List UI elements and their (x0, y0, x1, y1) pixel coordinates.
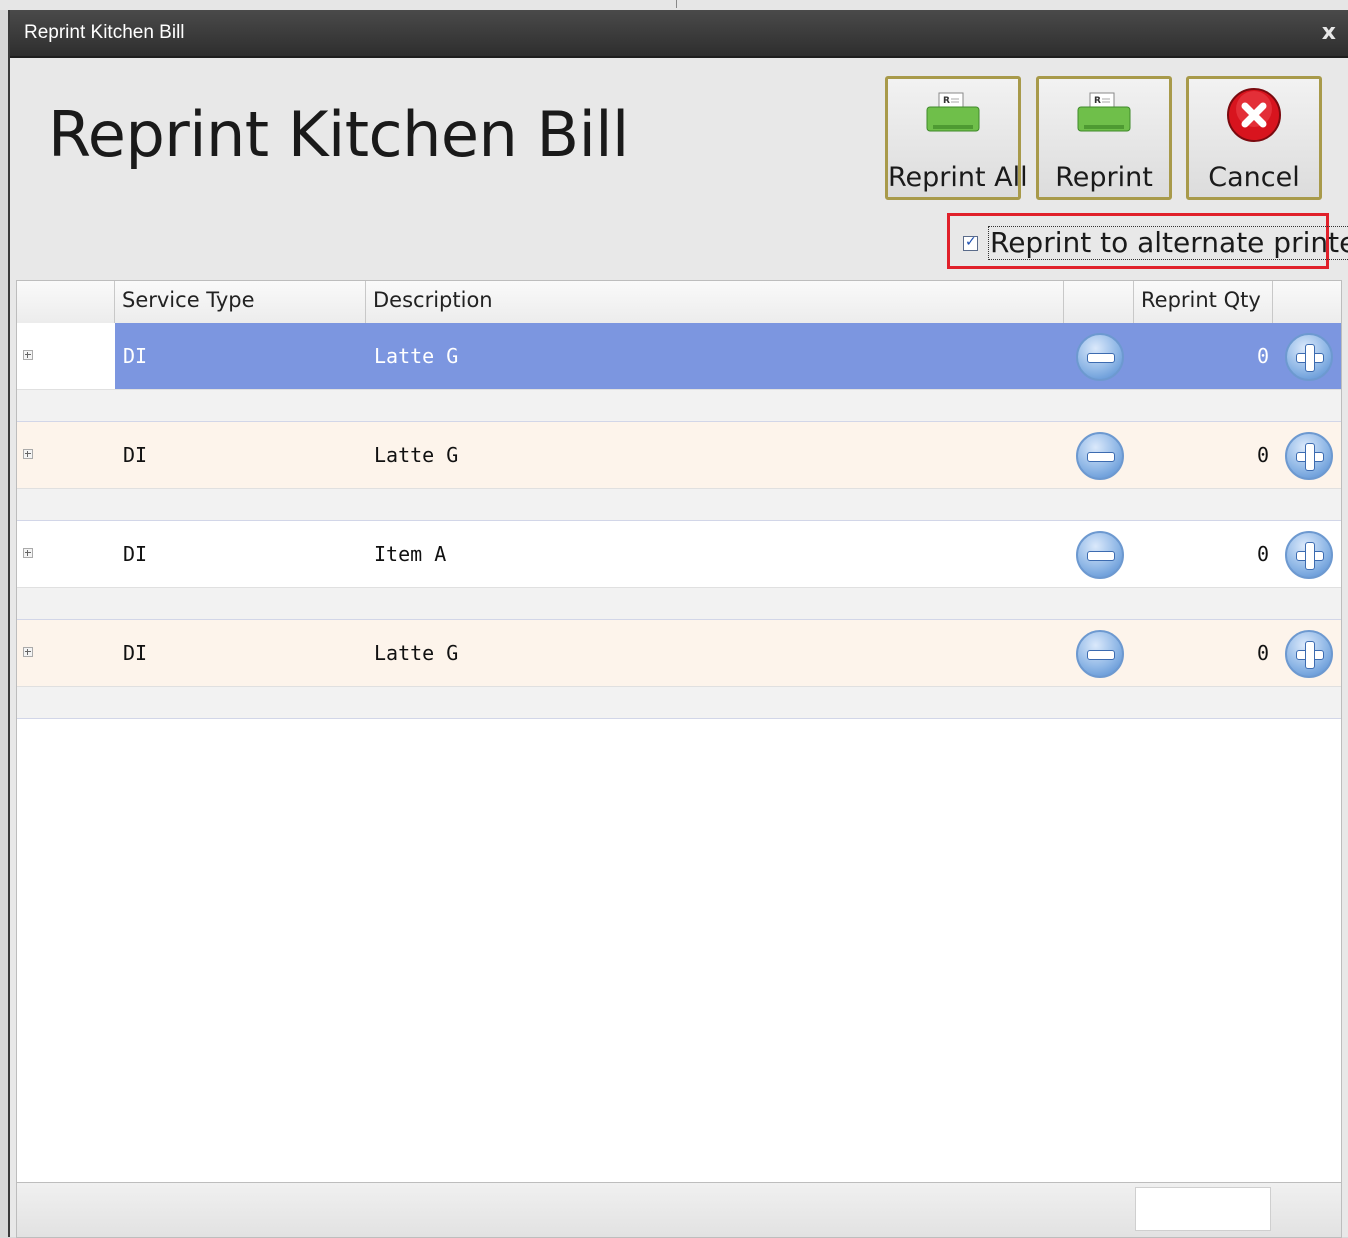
window-title: Reprint Kitchen Bill (24, 22, 185, 43)
cancel-button[interactable]: Cancel (1186, 76, 1322, 200)
increase-qty-button[interactable] (1285, 333, 1333, 381)
items-grid: Service Type Description Reprint Qty DI … (16, 280, 1342, 1230)
service-type-cell: DI (123, 542, 148, 566)
cancel-x-icon (1226, 87, 1282, 147)
increase-qty-button[interactable] (1285, 630, 1333, 678)
alternate-printer-label[interactable]: Reprint to alternate printer (988, 226, 1348, 260)
reprint-qty-cell: 0 (1256, 542, 1269, 566)
table-row[interactable]: DI Latte G 0 (17, 323, 1341, 389)
column-header-reprint-qty[interactable]: Reprint Qty (1134, 281, 1273, 323)
description-cell: Item A (374, 542, 447, 566)
column-header-description[interactable]: Description (366, 281, 1064, 323)
svg-text:R: R (1094, 96, 1101, 106)
description-cell: Latte G (374, 641, 459, 665)
expand-icon[interactable] (23, 647, 33, 657)
increase-qty-button[interactable] (1285, 432, 1333, 480)
row-detail-spacer (17, 587, 1341, 620)
minus-icon (1087, 650, 1115, 660)
minus-icon (1087, 452, 1115, 462)
table-row[interactable]: DI Latte G 0 (17, 620, 1341, 686)
row-detail-spacer (17, 686, 1341, 719)
reprint-button[interactable]: R Reprint (1036, 76, 1172, 200)
reprint-dialog: Reprint Kitchen Bill x Reprint Kitchen B… (8, 10, 1348, 1238)
column-header-expander[interactable] (17, 281, 115, 323)
column-header-service-type[interactable]: Service Type (115, 281, 366, 323)
page-title: Reprint Kitchen Bill (48, 98, 629, 171)
row-detail-spacer (17, 488, 1341, 521)
decrease-qty-button[interactable] (1076, 630, 1124, 678)
qty-summary-cell (1135, 1187, 1271, 1231)
table-row[interactable]: DI Item A 0 (17, 521, 1341, 587)
cancel-label: Cancel (1208, 162, 1300, 193)
decrease-qty-button[interactable] (1076, 531, 1124, 579)
minus-icon (1087, 551, 1115, 561)
table-row[interactable]: DI Latte G 0 (17, 422, 1341, 488)
close-icon[interactable]: x (1322, 20, 1336, 45)
expand-icon[interactable] (23, 548, 33, 558)
plus-icon-vertical (1305, 641, 1315, 669)
svg-text:R: R (943, 96, 950, 106)
selected-row-highlight (115, 323, 1341, 389)
reprint-all-label: Reprint All (888, 162, 1028, 193)
service-type-cell: DI (123, 641, 148, 665)
reprint-all-button[interactable]: R Reprint All (885, 76, 1028, 200)
printer-icon: R (925, 89, 981, 139)
plus-icon-vertical (1305, 344, 1315, 372)
decrease-qty-button[interactable] (1076, 432, 1124, 480)
background-strip (0, 0, 1348, 10)
column-header-increase[interactable] (1273, 281, 1341, 323)
alternate-printer-option[interactable]: ✓ Reprint to alternate printer (947, 213, 1348, 269)
checkmark-icon: ✓ (965, 234, 977, 250)
description-cell: Latte G (374, 443, 459, 467)
expand-icon[interactable] (23, 350, 33, 360)
reprint-qty-cell: 0 (1256, 344, 1269, 368)
dialog-header: Reprint Kitchen Bill R Reprint All R Rep… (10, 58, 1348, 280)
reprint-qty-cell: 0 (1256, 443, 1269, 467)
description-cell: Latte G (374, 344, 459, 368)
decrease-qty-button[interactable] (1076, 333, 1124, 381)
expand-icon[interactable] (23, 449, 33, 459)
plus-icon-vertical (1305, 542, 1315, 570)
service-type-cell: DI (123, 443, 148, 467)
row-detail-spacer (17, 389, 1341, 422)
minus-icon (1087, 353, 1115, 363)
increase-qty-button[interactable] (1285, 531, 1333, 579)
service-type-cell: DI (123, 344, 148, 368)
column-header-decrease[interactable] (1064, 281, 1134, 323)
title-bar[interactable]: Reprint Kitchen Bill x (10, 10, 1348, 58)
reprint-label: Reprint (1055, 162, 1153, 193)
printer-icon: R (1076, 89, 1132, 139)
grid-header: Service Type Description Reprint Qty (17, 281, 1341, 324)
plus-icon-vertical (1305, 443, 1315, 471)
grid-footer (16, 1182, 1342, 1238)
alternate-printer-checkbox[interactable]: ✓ (963, 234, 978, 251)
background-divider (676, 0, 677, 8)
reprint-qty-cell: 0 (1256, 641, 1269, 665)
